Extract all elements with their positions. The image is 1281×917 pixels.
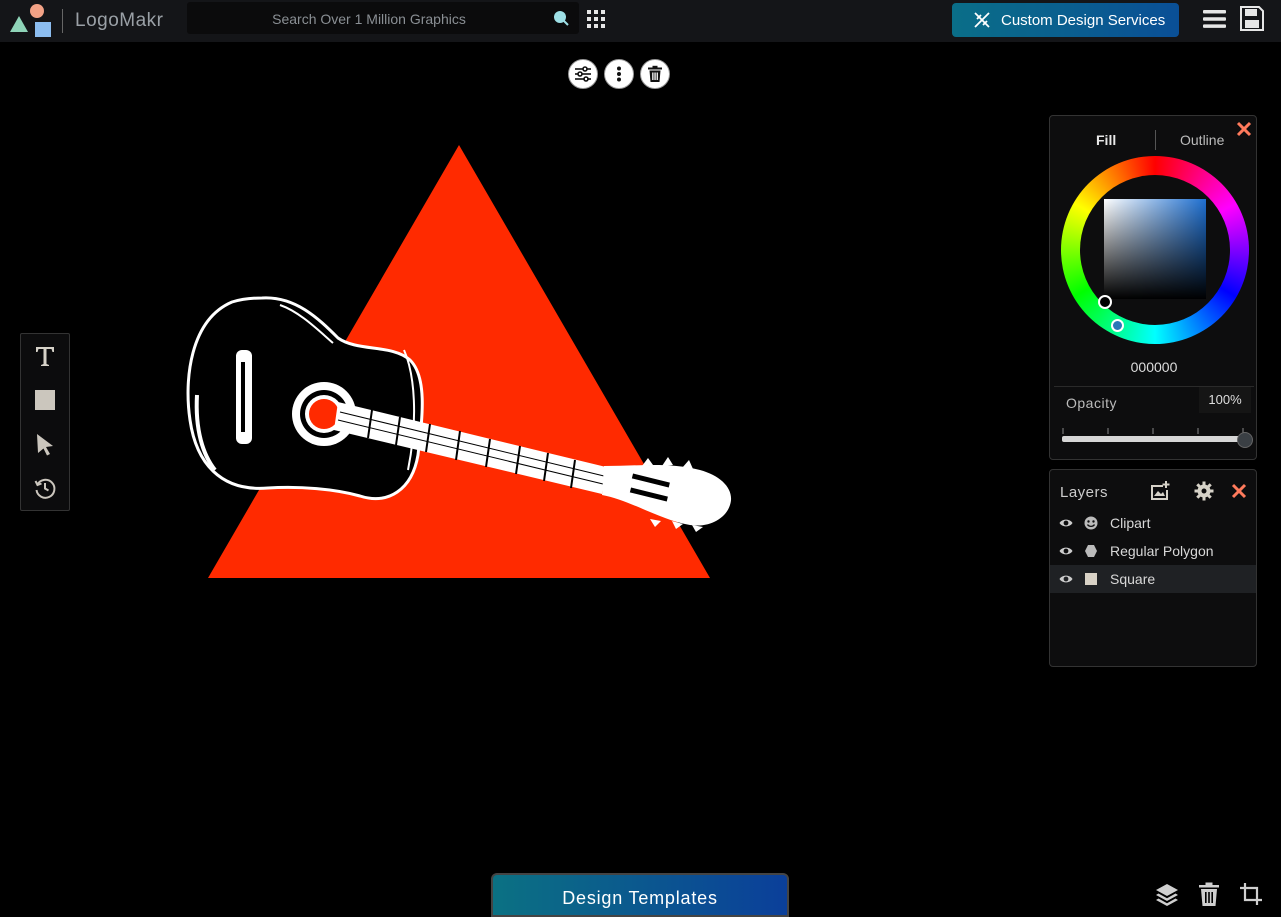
delete-all-button[interactable] (1197, 882, 1221, 906)
history-icon (34, 478, 56, 499)
opacity-label: Opacity (1066, 395, 1117, 411)
shape-tool-button[interactable] (33, 388, 57, 412)
adjust-settings-button[interactable] (568, 59, 598, 89)
left-toolbar (20, 333, 70, 511)
tab-outline[interactable]: Outline (1180, 132, 1224, 148)
opacity-slider-thumb[interactable] (1237, 432, 1253, 448)
layer-item-regular-polygon[interactable]: Regular Polygon (1050, 537, 1256, 565)
save-disk-icon[interactable] (1240, 6, 1264, 31)
color-panel: Fill Outline 000000 Opacity 100% (1049, 115, 1257, 460)
logomakr-logo-icon[interactable] (10, 3, 54, 39)
close-layers-panel-icon[interactable] (1231, 483, 1247, 499)
search-bar (187, 2, 579, 36)
text-tool-icon (36, 347, 54, 366)
design-tools-icon (974, 12, 990, 28)
hamburger-menu-icon[interactable] (1203, 9, 1226, 29)
select-tool-button[interactable] (33, 432, 57, 456)
opacity-slider-ticks (1062, 428, 1244, 434)
layer-item-square[interactable]: Square (1050, 565, 1256, 593)
search-icon[interactable] (553, 10, 569, 26)
crop-icon (1240, 883, 1262, 905)
square-icon (1085, 573, 1097, 585)
saturation-value-picker[interactable] (1104, 199, 1206, 299)
layer-item-clipart[interactable]: Clipart (1050, 509, 1256, 537)
brand-name[interactable]: LogoMakr (75, 10, 164, 32)
clipart-icon (1084, 516, 1098, 530)
delete-icon (648, 65, 662, 82)
opacity-row: Opacity 100% (1054, 386, 1254, 415)
tab-divider (1155, 130, 1156, 150)
crop-button[interactable] (1239, 882, 1263, 906)
close-color-panel-icon[interactable] (1236, 121, 1252, 137)
layer-name: Regular Polygon (1110, 543, 1214, 559)
hex-color-value[interactable]: 000000 (1050, 359, 1258, 375)
custom-design-services-button[interactable]: Custom Design Services (952, 3, 1179, 37)
more-options-button[interactable] (604, 59, 634, 89)
history-button[interactable] (33, 476, 57, 500)
adjustments-icon (575, 66, 591, 82)
hue-handle[interactable] (1111, 319, 1124, 332)
opacity-value-input[interactable]: 100% (1199, 387, 1251, 413)
visibility-eye-icon[interactable] (1059, 572, 1073, 586)
add-image-layer-icon[interactable] (1150, 481, 1170, 501)
layer-settings-gear-icon[interactable] (1194, 481, 1214, 501)
more-options-icon (617, 66, 621, 82)
apps-grid-icon[interactable] (587, 10, 605, 28)
layers-toggle-button[interactable] (1155, 882, 1179, 906)
top-bar: LogoMakr Custom Design Services (0, 0, 1281, 42)
opacity-slider[interactable] (1062, 436, 1244, 442)
shape-tool-icon (35, 390, 55, 410)
visibility-eye-icon[interactable] (1059, 516, 1073, 530)
visibility-eye-icon[interactable] (1059, 544, 1073, 558)
select-pointer-icon (37, 434, 53, 456)
text-tool-button[interactable] (33, 344, 57, 368)
logo-divider (62, 9, 63, 33)
trash-icon (1199, 882, 1219, 906)
design-templates-button[interactable]: Design Templates (491, 873, 789, 917)
design-templates-label: Design Templates (562, 888, 718, 908)
layers-panel: Layers Clipart Regular Polygon Square (1049, 469, 1257, 667)
layers-title: Layers (1060, 484, 1109, 501)
layers-icon (1156, 884, 1178, 906)
tab-fill[interactable]: Fill (1096, 132, 1116, 148)
polygon-icon (1085, 545, 1097, 557)
custom-design-services-label: Custom Design Services (1001, 12, 1166, 29)
search-input[interactable] (187, 2, 551, 36)
saturation-value-handle[interactable] (1098, 295, 1112, 309)
layer-name: Clipart (1110, 515, 1151, 531)
delete-selection-button[interactable] (640, 59, 670, 89)
layer-name: Square (1110, 571, 1156, 587)
